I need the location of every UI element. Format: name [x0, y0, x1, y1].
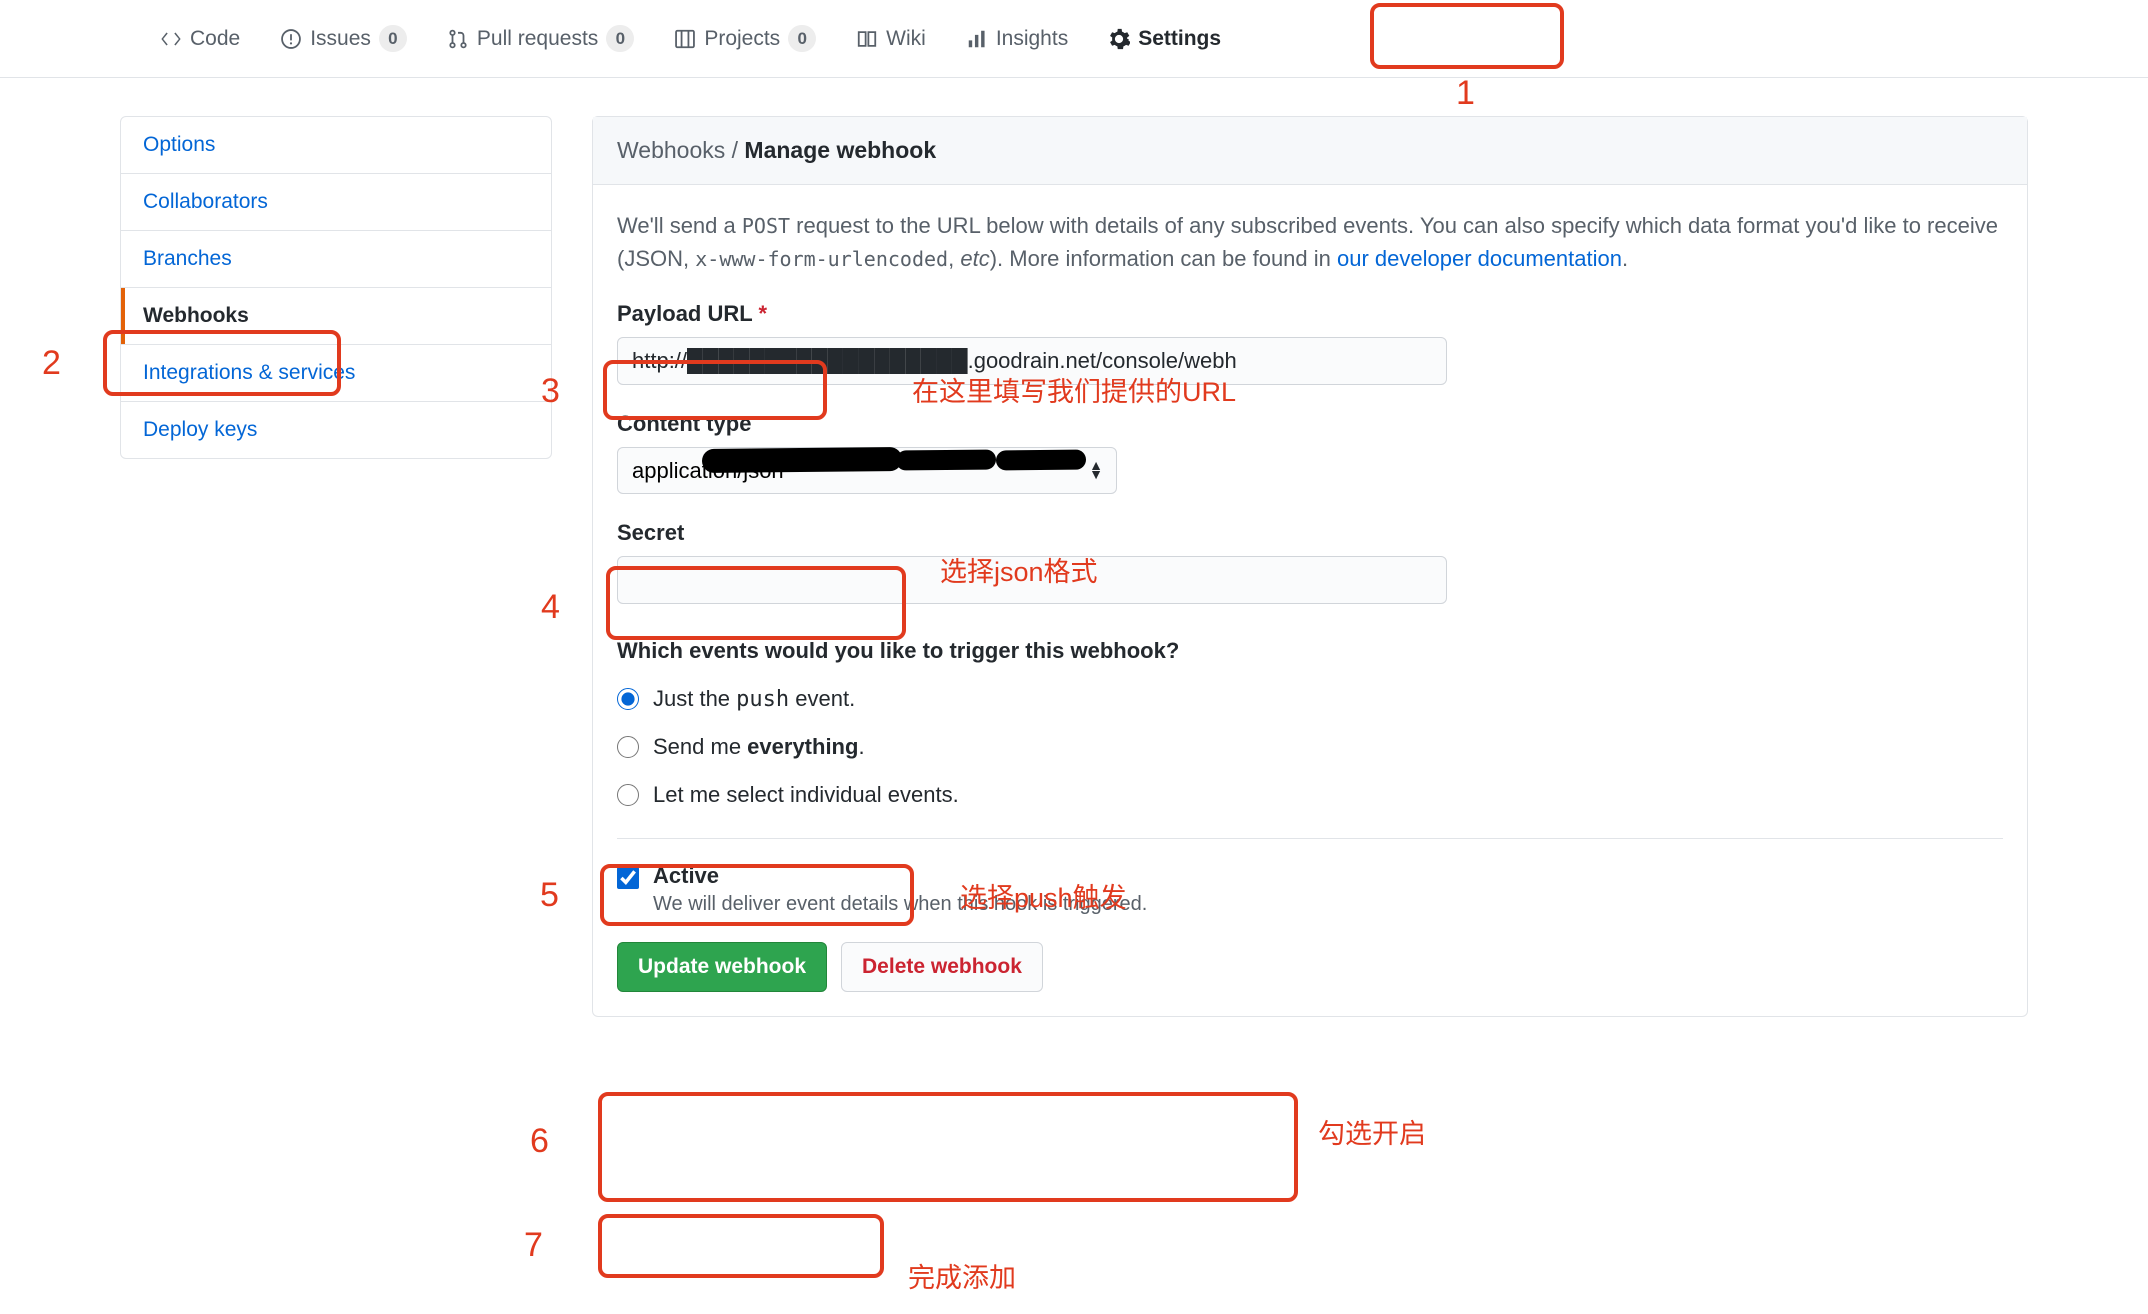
- sidebar-item-deploy-keys[interactable]: Deploy keys: [121, 402, 551, 458]
- redaction-mark: [996, 450, 1086, 471]
- event-push-option[interactable]: Just the push event.: [617, 686, 2003, 712]
- event-everything-option[interactable]: Send me everything.: [617, 734, 2003, 760]
- sidebar-item-webhooks[interactable]: Webhooks: [121, 288, 551, 345]
- event-everything-radio[interactable]: [617, 736, 639, 758]
- tab-code-label: Code: [190, 27, 240, 51]
- gear-icon: [1108, 28, 1130, 50]
- annotation-number-7: 7: [524, 1226, 543, 1265]
- issue-icon: [280, 28, 302, 50]
- tab-insights[interactable]: Insights: [946, 0, 1088, 77]
- event-push-radio[interactable]: [617, 688, 639, 710]
- page-title: Manage webhook: [744, 137, 936, 163]
- tab-projects[interactable]: Projects 0: [654, 0, 836, 77]
- event-select-radio[interactable]: [617, 784, 639, 806]
- annotation-box-7: [598, 1214, 884, 1278]
- webhook-panel: Webhooks / Manage webhook We'll send a P…: [592, 116, 2028, 1017]
- tab-settings-label: Settings: [1138, 27, 1221, 51]
- docs-link[interactable]: our developer documentation: [1337, 246, 1622, 271]
- project-icon: [674, 28, 696, 50]
- book-icon: [856, 28, 878, 50]
- issues-counter: 0: [379, 25, 407, 53]
- tab-wiki-label: Wiki: [886, 27, 926, 51]
- tab-issues[interactable]: Issues 0: [260, 0, 427, 77]
- tab-issues-label: Issues: [310, 27, 371, 51]
- payload-url-input[interactable]: [617, 337, 1447, 385]
- active-label: Active: [653, 863, 1147, 889]
- redaction-mark: [896, 449, 996, 470]
- active-note: We will deliver event details when this …: [653, 893, 1147, 916]
- update-webhook-button[interactable]: Update webhook: [617, 942, 827, 992]
- repo-tabs: Code Issues 0 Pull requests 0 Projects 0…: [0, 0, 2148, 78]
- tab-pulls[interactable]: Pull requests 0: [427, 0, 654, 77]
- description: We'll send a POST request to the URL bel…: [617, 209, 2003, 275]
- annotation-text-6: 勾选开启: [1318, 1112, 1426, 1151]
- tab-insights-label: Insights: [996, 27, 1068, 51]
- annotation-box-6: [598, 1092, 1298, 1202]
- annotation-number-6: 6: [530, 1122, 549, 1161]
- pulls-counter: 0: [606, 25, 634, 53]
- settings-sidebar: Options Collaborators Branches Webhooks …: [120, 116, 552, 459]
- code-icon: [160, 28, 182, 50]
- tab-settings[interactable]: Settings: [1088, 0, 1241, 77]
- breadcrumb: Webhooks /: [617, 137, 744, 163]
- sidebar-item-branches[interactable]: Branches: [121, 231, 551, 288]
- event-select-option[interactable]: Let me select individual events.: [617, 782, 2003, 808]
- git-pull-request-icon: [447, 28, 469, 50]
- secret-input[interactable]: [617, 556, 1447, 604]
- active-checkbox[interactable]: [617, 867, 639, 889]
- graph-icon: [966, 28, 988, 50]
- tab-projects-label: Projects: [704, 27, 780, 51]
- tab-wiki[interactable]: Wiki: [836, 0, 946, 77]
- panel-heading: Webhooks / Manage webhook: [593, 117, 2027, 185]
- tab-pulls-label: Pull requests: [477, 27, 598, 51]
- content-type-label: Content type: [617, 411, 2003, 437]
- projects-counter: 0: [788, 25, 816, 53]
- payload-url-label: Payload URL *: [617, 301, 2003, 327]
- redaction-mark: [702, 447, 902, 473]
- sidebar-item-integrations[interactable]: Integrations & services: [121, 345, 551, 402]
- annotation-text-7: 完成添加: [908, 1256, 1016, 1295]
- tab-code[interactable]: Code: [140, 0, 260, 77]
- sidebar-item-options[interactable]: Options: [121, 117, 551, 174]
- sidebar-item-collaborators[interactable]: Collaborators: [121, 174, 551, 231]
- events-question: Which events would you like to trigger t…: [617, 638, 2003, 664]
- delete-webhook-button[interactable]: Delete webhook: [841, 942, 1043, 992]
- secret-label: Secret: [617, 520, 2003, 546]
